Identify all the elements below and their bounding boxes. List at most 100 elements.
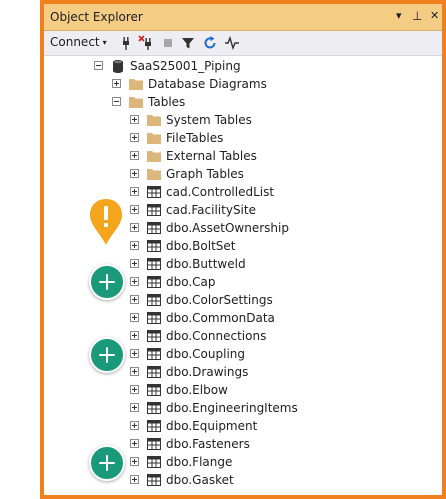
disconnect-icon[interactable] (138, 35, 154, 51)
table-icon (147, 276, 161, 288)
activity-monitor-icon[interactable] (224, 35, 240, 51)
tree-node-table[interactable]: dbo.Equipment (44, 417, 442, 435)
tree-node-label: dbo.Fasteners (166, 437, 250, 451)
folder-icon (147, 133, 161, 144)
expand-toggle[interactable] (130, 259, 139, 268)
tree-node-table[interactable]: dbo.Elbow (44, 381, 442, 399)
table-icon (147, 438, 161, 450)
expand-toggle[interactable] (130, 421, 139, 430)
tree-node-table[interactable]: dbo.EngineeringItems (44, 399, 442, 417)
expand-toggle[interactable] (130, 223, 139, 232)
toolbar: Connect ▾ (44, 31, 442, 56)
add-circle-icon[interactable] (89, 264, 125, 300)
table-icon (147, 384, 161, 396)
tree-node-label: FileTables (166, 131, 224, 145)
tree-node-folder[interactable]: Graph Tables (44, 165, 442, 183)
expand-toggle[interactable] (112, 79, 121, 88)
expand-toggle[interactable] (130, 133, 139, 142)
panel-title: Object Explorer (50, 10, 143, 24)
filter-icon[interactable] (180, 35, 196, 51)
folder-icon (129, 79, 143, 90)
stop-icon[interactable] (160, 35, 176, 51)
folder-icon (147, 169, 161, 180)
window-position-dropdown-icon[interactable]: ▾ (396, 9, 402, 22)
expand-toggle[interactable] (130, 439, 139, 448)
expand-toggle[interactable] (130, 205, 139, 214)
add-circle-icon[interactable] (89, 445, 125, 481)
expand-toggle[interactable] (130, 367, 139, 376)
tree-node-label: dbo.Coupling (166, 347, 246, 361)
refresh-icon[interactable] (202, 35, 218, 51)
tree-node-label: dbo.Elbow (166, 383, 228, 397)
connect-button[interactable]: Connect ▾ (50, 35, 107, 49)
tree-node-label: cad.FacilitySite (166, 203, 256, 217)
expand-toggle[interactable] (130, 151, 139, 160)
expand-toggle[interactable] (130, 403, 139, 412)
table-icon (147, 420, 161, 432)
expand-toggle[interactable] (130, 385, 139, 394)
tree-node-folder[interactable]: External Tables (44, 147, 442, 165)
tree-node-label: dbo.CommonData (166, 311, 275, 325)
close-icon[interactable]: ✕ (430, 9, 439, 22)
table-icon (147, 258, 161, 270)
tree-node-label: Tables (148, 95, 186, 109)
table-icon (147, 330, 161, 342)
tree-node-label: dbo.Buttweld (166, 257, 246, 271)
object-explorer-panel: Object Explorer ▾ ⊥ ✕ Connect ▾ SaaS2500… (40, 0, 446, 499)
collapse-toggle[interactable] (112, 97, 121, 106)
table-icon (147, 222, 161, 234)
tree-node-label: dbo.Gasket (166, 473, 234, 487)
table-icon (147, 474, 161, 486)
tree-node-label: dbo.Cap (166, 275, 216, 289)
table-icon (147, 204, 161, 216)
tree-node-folder[interactable]: FileTables (44, 129, 442, 147)
folder-icon (147, 151, 161, 162)
tree-node-folder[interactable]: System Tables (44, 111, 442, 129)
plug-icon[interactable] (118, 35, 134, 51)
connect-label: Connect (50, 35, 100, 49)
folder-icon (147, 115, 161, 126)
expand-toggle[interactable] (130, 169, 139, 178)
collapse-toggle[interactable] (94, 61, 103, 70)
table-icon (147, 366, 161, 378)
expand-toggle[interactable] (130, 115, 139, 124)
tree-node-label: dbo.BoltSet (166, 239, 236, 253)
tree-node-label: dbo.AssetOwnership (166, 221, 289, 235)
tree-node-label: Database Diagrams (148, 77, 267, 91)
expand-toggle[interactable] (130, 187, 139, 196)
expand-toggle[interactable] (130, 331, 139, 340)
tree-node-label: dbo.Connections (166, 329, 267, 343)
warning-pin-icon[interactable] (88, 197, 124, 247)
expand-toggle[interactable] (130, 313, 139, 322)
table-icon (147, 348, 161, 360)
database-icon (113, 60, 123, 73)
expand-toggle[interactable] (130, 241, 139, 250)
tree-node-tables[interactable]: Tables (44, 93, 442, 111)
tree-node-table[interactable]: dbo.CommonData (44, 309, 442, 327)
table-icon (147, 402, 161, 414)
title-bar: Object Explorer ▾ ⊥ ✕ (44, 4, 442, 31)
table-icon (147, 240, 161, 252)
tree-node-server[interactable]: SaaS25001_Piping (44, 57, 442, 75)
pin-icon[interactable]: ⊥ (412, 9, 422, 23)
tree-node-label: dbo.Flange (166, 455, 233, 469)
tree-node-database-diagrams[interactable]: Database Diagrams (44, 75, 442, 93)
chevron-down-icon: ▾ (102, 37, 107, 47)
expand-toggle[interactable] (130, 277, 139, 286)
table-icon (147, 186, 161, 198)
tree-node-label: dbo.Drawings (166, 365, 249, 379)
tree-node-label: dbo.Equipment (166, 419, 258, 433)
table-icon (147, 312, 161, 324)
tree-node-label: cad.ControlledList (166, 185, 275, 199)
expand-toggle[interactable] (130, 475, 139, 484)
add-circle-icon[interactable] (89, 337, 125, 373)
tree-node-label: External Tables (166, 149, 257, 163)
expand-toggle[interactable] (130, 457, 139, 466)
table-icon (147, 456, 161, 468)
table-icon (147, 294, 161, 306)
tree-node-label: dbo.ColorSettings (166, 293, 273, 307)
tree-node-label: dbo.EngineeringItems (166, 401, 298, 415)
expand-toggle[interactable] (130, 349, 139, 358)
expand-toggle[interactable] (130, 295, 139, 304)
folder-icon (129, 97, 143, 108)
